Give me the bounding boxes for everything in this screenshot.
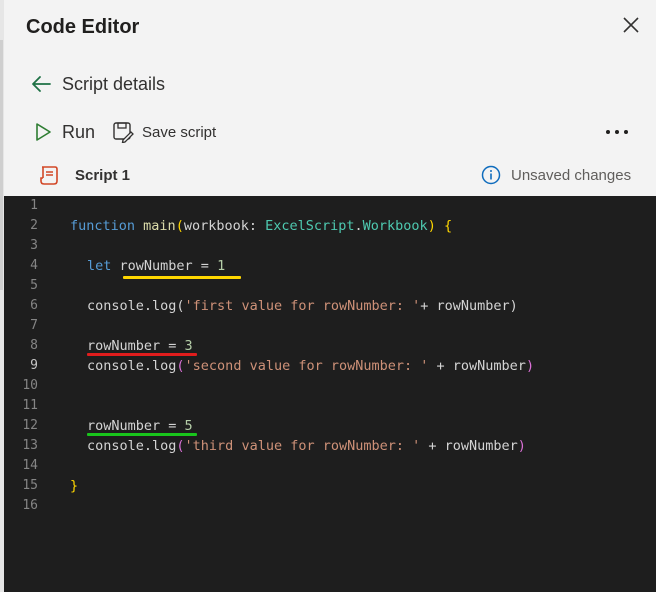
save-script-button[interactable]: Save script bbox=[112, 118, 216, 146]
highlight-underline-green bbox=[87, 433, 197, 436]
code-line: 16 bbox=[4, 496, 656, 516]
code-line-active: 9 console.log('second value for rowNumbe… bbox=[4, 356, 656, 376]
back-label: Script details bbox=[62, 73, 166, 94]
code-line: 7 bbox=[4, 316, 656, 336]
call-token: console.log( bbox=[87, 298, 185, 314]
paren-token: ( bbox=[175, 218, 184, 234]
paren-token: ( bbox=[176, 358, 185, 374]
code-text: rowNumber = 5 bbox=[87, 418, 193, 434]
number-token: 5 bbox=[184, 418, 193, 434]
code-line: 15 } bbox=[4, 476, 656, 496]
play-icon bbox=[36, 123, 51, 141]
code-line: 3 bbox=[4, 236, 656, 256]
code-text: console.log('third value for rowNumber: … bbox=[87, 438, 526, 454]
line-number: 9 bbox=[30, 358, 38, 373]
run-label: Run bbox=[62, 121, 96, 142]
resize-handle[interactable] bbox=[0, 40, 3, 290]
string-token: 'second value for rowNumber: ' bbox=[184, 358, 429, 374]
line-number: 4 bbox=[30, 258, 38, 273]
code-text: let rowNumber = 1 bbox=[87, 258, 225, 274]
line-number: 8 bbox=[30, 338, 38, 353]
brace-token: } bbox=[70, 478, 79, 494]
close-icon bbox=[623, 17, 639, 33]
code-line: 5 bbox=[4, 276, 656, 296]
toolbar: Run Save script bbox=[32, 118, 632, 146]
code-text: rowNumber = 3 bbox=[87, 338, 193, 354]
back-to-script-details[interactable]: Script details bbox=[30, 72, 165, 96]
brace-token: { bbox=[435, 218, 453, 234]
panel-title: Code Editor bbox=[26, 16, 140, 38]
code-line: 1 bbox=[4, 196, 656, 216]
line-number: 14 bbox=[22, 458, 38, 473]
status-label: Unsaved changes bbox=[511, 166, 632, 184]
line-number: 6 bbox=[30, 298, 38, 313]
code-line: 2 function main(workbook: ExcelScript.Wo… bbox=[4, 216, 656, 236]
run-button[interactable]: Run bbox=[34, 118, 95, 146]
save-label: Save script bbox=[142, 123, 217, 141]
line-number: 2 bbox=[30, 218, 38, 233]
code-line: 14 bbox=[4, 456, 656, 476]
script-header: Script 1 Unsaved changes bbox=[36, 163, 636, 187]
expr-token: + rowNumber) bbox=[420, 298, 518, 314]
code-line: 4 let rowNumber = 1 bbox=[4, 256, 656, 276]
code-line: 11 bbox=[4, 396, 656, 416]
param-token: workbook: bbox=[183, 218, 266, 234]
highlight-underline-yellow bbox=[123, 276, 241, 279]
function-token: main bbox=[143, 218, 176, 234]
code-text: console.log('second value for rowNumber:… bbox=[87, 358, 534, 374]
script-name: Script 1 bbox=[75, 167, 131, 184]
unsaved-status: Unsaved changes bbox=[481, 163, 631, 187]
code-editor[interactable]: 1 2 function main(workbook: ExcelScript.… bbox=[4, 196, 656, 592]
more-horizontal-icon bbox=[606, 130, 628, 134]
save-script-icon bbox=[113, 122, 134, 143]
keyword-token: function bbox=[70, 218, 136, 234]
string-token: 'third value for rowNumber: ' bbox=[184, 438, 421, 454]
line-number: 10 bbox=[22, 378, 38, 393]
number-token: 3 bbox=[184, 338, 193, 354]
highlight-underline-red bbox=[87, 353, 197, 356]
line-number: 12 bbox=[22, 418, 38, 433]
info-icon bbox=[481, 165, 501, 185]
line-number: 13 bbox=[22, 438, 38, 453]
keyword-token: let bbox=[87, 258, 112, 274]
code-line: 6 console.log('first value for rowNumber… bbox=[4, 296, 656, 316]
dot-token: . bbox=[354, 218, 363, 234]
script-file-icon bbox=[40, 166, 58, 185]
line-number: 7 bbox=[30, 318, 38, 333]
expr-token: + rowNumber bbox=[420, 438, 518, 454]
number-token: 1 bbox=[217, 258, 226, 274]
line-number: 11 bbox=[22, 398, 38, 413]
code-line: 13 console.log('third value for rowNumbe… bbox=[4, 436, 656, 456]
paren-token: ) bbox=[427, 218, 436, 234]
variable-token: rowNumber = bbox=[119, 258, 218, 274]
paren-token: ) bbox=[517, 438, 526, 454]
line-number: 1 bbox=[30, 198, 38, 213]
line-number: 5 bbox=[30, 278, 38, 293]
variable-token: rowNumber = bbox=[87, 338, 185, 354]
line-number: 15 bbox=[22, 478, 38, 493]
string-token: 'first value for rowNumber: ' bbox=[184, 298, 421, 314]
close-button[interactable] bbox=[618, 12, 644, 38]
arrow-left-icon bbox=[32, 76, 51, 92]
code-line: 10 bbox=[4, 376, 656, 396]
more-options-button[interactable] bbox=[602, 118, 632, 146]
line-number: 3 bbox=[30, 238, 38, 253]
type-token: Workbook bbox=[362, 218, 428, 234]
code-text: } bbox=[70, 478, 78, 494]
call-token: console.log bbox=[87, 358, 177, 374]
paren-token: ) bbox=[525, 358, 535, 374]
call-token: console.log bbox=[87, 438, 177, 454]
paren-token: ( bbox=[176, 438, 185, 454]
line-number: 16 bbox=[22, 498, 38, 513]
expr-token: + rowNumber bbox=[428, 358, 526, 374]
variable-token: rowNumber = bbox=[87, 418, 185, 434]
code-text: function main(workbook: ExcelScript.Work… bbox=[70, 218, 452, 234]
code-text: console.log('first value for rowNumber: … bbox=[87, 298, 518, 314]
type-token: ExcelScript bbox=[265, 218, 355, 234]
